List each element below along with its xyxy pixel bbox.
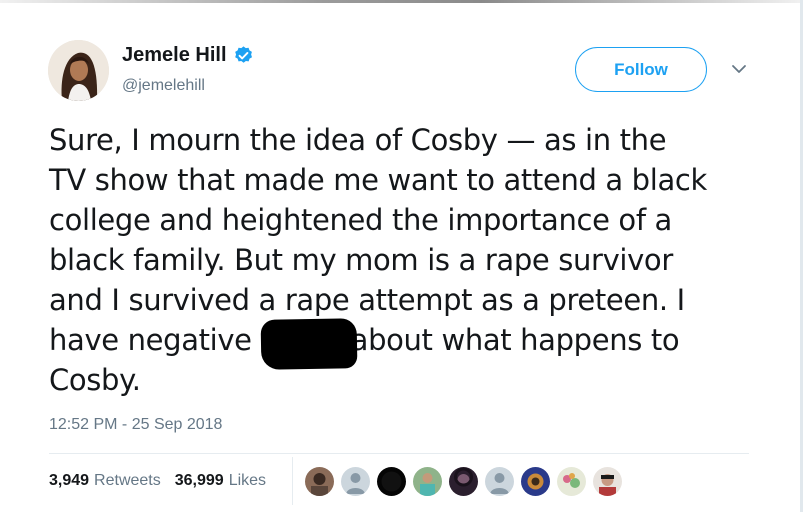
likes-count: 36,999 [174,472,224,489]
verified-badge-icon [233,45,254,66]
tweet-text: Sure, I mourn the idea of Cosby — as in … [49,120,769,400]
tweet-text-line: black family. But my mom is a rape survi… [49,243,673,277]
tweet-text-line: college and heightened the importance of… [49,203,672,237]
divider [49,453,749,454]
tweet-timestamp[interactable]: 12:52 PM - 25 Sep 2018 [49,416,222,434]
liker-avatar-1[interactable] [305,467,334,496]
window-top-edge [0,0,803,3]
redaction-mark [260,318,358,370]
tweet-text-fragment: have negative [49,323,252,357]
tweet-stats: 3,949 Retweets 36,999 Likes [49,472,266,490]
tweet-text-fragment: about what happens to [350,323,680,357]
tweet-text-line-6: have negative about what happens to [49,320,769,360]
liker-avatars [305,467,622,496]
liker-avatar-2[interactable] [341,467,370,496]
chevron-down-icon[interactable] [730,62,748,76]
author-handle[interactable]: @jemelehill [122,77,205,95]
author-display-name[interactable]: Jemele Hill [122,44,227,67]
liker-avatar-3[interactable] [377,467,406,496]
avatar[interactable] [48,40,109,101]
retweets-count: 3,949 [49,472,90,489]
author-name-row: Jemele Hill [122,44,254,67]
follow-button[interactable]: Follow [575,47,707,92]
retweets-stat[interactable]: 3,949 Retweets [49,472,161,490]
stats-divider [292,457,293,505]
liker-avatar-6[interactable] [485,467,514,496]
likes-label: Likes [228,472,267,489]
tweet-text-line: and I survived a rape attempt as a prete… [49,283,685,317]
liker-avatar-7[interactable] [521,467,550,496]
liker-avatar-5[interactable] [449,467,478,496]
retweets-label: Retweets [94,472,161,489]
likes-stat[interactable]: 36,999 Likes [175,472,266,490]
tweet-text-line: Sure, I mourn the idea of Cosby — as in … [49,123,667,157]
liker-avatar-8[interactable] [557,467,586,496]
tweet-header: Jemele Hill @jemelehill Follow [48,40,768,104]
liker-avatar-9[interactable] [593,467,622,496]
tweet-text-line: Cosby. [49,363,141,397]
liker-avatar-4[interactable] [413,467,442,496]
tweet-text-line: TV show that made me want to attend a bl… [49,163,707,197]
